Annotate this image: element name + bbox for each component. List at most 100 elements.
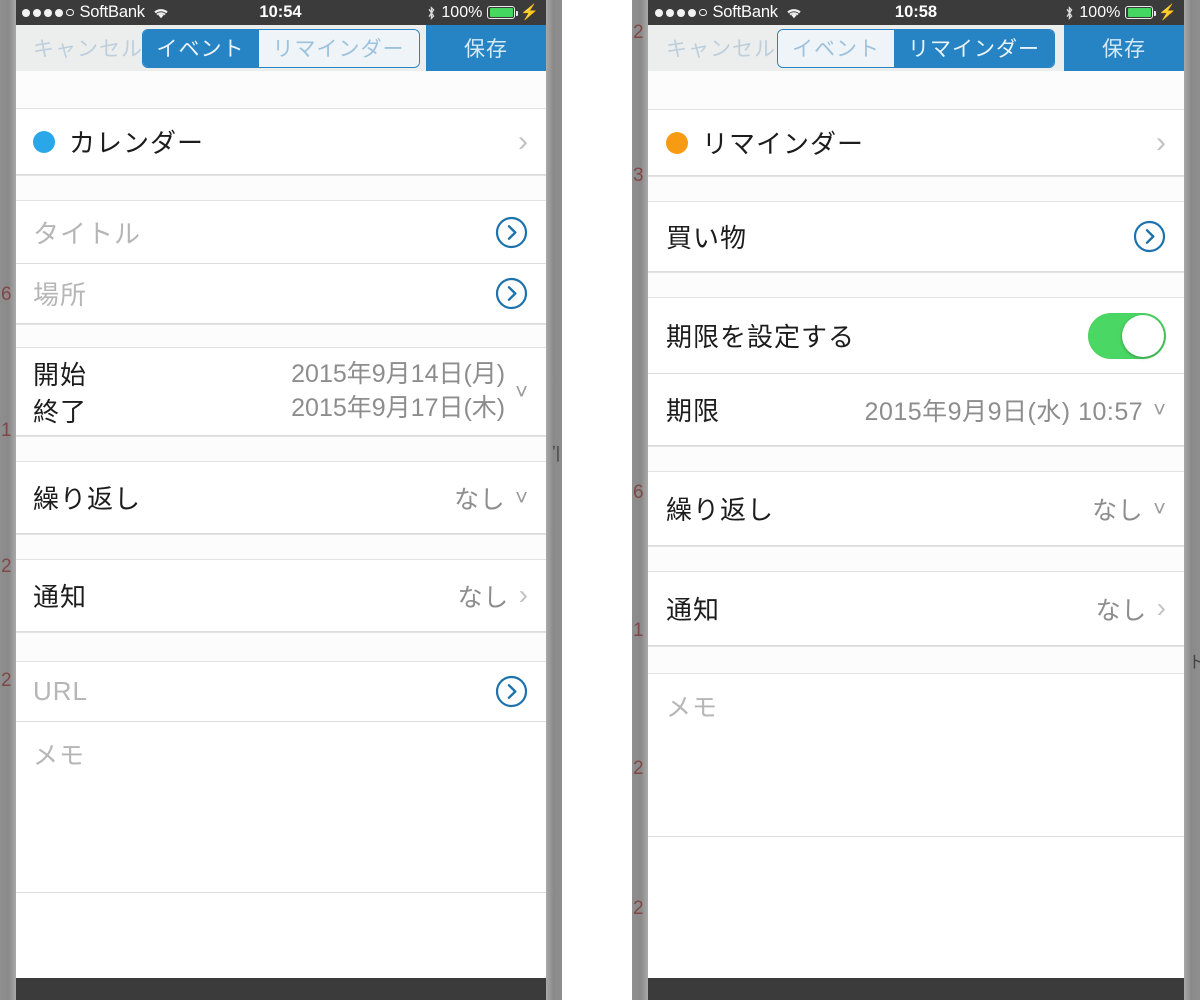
circle-chevron-right-icon[interactable] [495,675,528,708]
alert-row[interactable]: 通知 なし › [648,572,1184,646]
navigation-bar: キャンセル イベント リマインダー 保存 [15,25,546,71]
page-bottom-edge [0,978,562,1000]
page-number-mark: 2 [1,556,12,577]
end-label: 終了 [33,396,88,427]
url-field-row[interactable]: URL [15,662,546,722]
status-bar: SoftBank 10:54 100% ⚡ [15,0,546,25]
page-number-mark: 2 [633,22,644,43]
bluetooth-icon [1065,5,1074,20]
lightning-bolt-icon: ⚡ [520,4,539,21]
memo-input[interactable]: メモ [648,674,1184,836]
chevron-down-icon[interactable]: ˅ [515,486,528,508]
circle-chevron-right-icon[interactable] [495,216,528,249]
event-form: カレンダー › タイトル 場所 開始 終了 2015年9月14日(月) 2015… [15,71,546,1000]
reminder-screenshot-panel: 2 3 6 1 2 2 ト SoftBank 10:58 100% ⚡ キャンセ… [632,0,1200,1000]
battery-icon [1125,6,1157,19]
due-date-toggle[interactable] [1088,312,1166,359]
calendar-label: カレンダー [69,128,205,158]
repeat-row[interactable]: 繰り返し なし ˅ [15,462,546,534]
title-field-row[interactable]: 買い物 [648,202,1184,272]
location-field-row[interactable]: 場所 [15,264,546,324]
section-gap [15,436,546,462]
chevron-down-icon[interactable]: ˅ [1153,398,1166,420]
segment-event[interactable]: イベント [142,29,259,67]
empty-space [648,837,1184,1000]
date-values[interactable]: 2015年9月14日(月) 2015年9月17日(木) ˅ [291,356,528,427]
start-date-value: 2015年9月14日(月) [291,359,506,388]
chevron-down-icon[interactable]: ˅ [515,380,528,402]
memo-input[interactable]: メモ [15,722,546,892]
event-device-screen: SoftBank 10:54 100% ⚡ キャンセル イベント リマインダー … [15,0,546,1000]
toggle-knob [1122,314,1164,357]
chevron-down-icon[interactable]: ˅ [1153,497,1166,519]
repeat-label: 繰り返し [33,484,142,514]
section-gap [15,632,546,662]
end-date-value: 2015年9月17日(木) [291,393,506,422]
chevron-right-icon: › [1156,592,1166,624]
location-input-placeholder[interactable]: 場所 [33,275,87,312]
alert-row[interactable]: 通知 なし › [15,560,546,632]
page-number-mark: 2 [1,670,12,691]
title-input-placeholder[interactable]: タイトル [33,214,141,251]
alert-label: 通知 [33,582,88,612]
section-gap [648,71,1184,110]
lightning-bolt-icon: ⚡ [1158,4,1177,21]
page-number-mark: 6 [633,482,644,503]
repeat-row[interactable]: 繰り返し なし ˅ [648,472,1184,546]
save-button[interactable]: 保存 [426,25,546,71]
date-range-row[interactable]: 開始 終了 2015年9月14日(月) 2015年9月17日(木) ˅ [15,348,546,436]
title-field-row[interactable]: タイトル [15,201,546,264]
wifi-icon [153,6,169,19]
cancel-button[interactable]: キャンセル [648,33,776,63]
alert-value: なし [1095,596,1147,625]
date-labels: 開始 終了 [33,356,87,427]
cancel-button[interactable]: キャンセル [15,33,143,63]
signal-strength-icon [655,8,707,17]
circle-chevron-right-icon[interactable] [495,277,528,310]
calendar-selector-row[interactable]: カレンダー › [15,109,546,175]
type-segmented-control[interactable]: イベント リマインダー [141,28,420,68]
chevron-right-icon: › [518,579,528,611]
reminder-device-screen: SoftBank 10:58 100% ⚡ キャンセル イベント リマインダー … [648,0,1184,1000]
segment-reminder[interactable]: リマインダー [894,29,1054,67]
page-number-mark: 1 [633,620,644,641]
bluetooth-icon [427,5,436,20]
start-label: 開始 [33,359,88,390]
status-bar-left: SoftBank [22,3,169,22]
carrier-label: SoftBank [79,3,146,21]
section-gap [648,176,1184,202]
due-date-row[interactable]: 期限 2015年9月9日(水) 10:57 ˅ [648,374,1184,446]
status-bar: SoftBank 10:58 100% ⚡ [648,0,1184,25]
page-number-mark: 1 [1,420,12,441]
event-screenshot-panel: 6 1 2 2 ʼ| SoftBank 10:54 100% ⚡ キャンセル イ… [0,0,562,1000]
url-input-placeholder[interactable]: URL [33,676,88,707]
page-bleed-mark: ʼ| [552,443,561,462]
screenshot-stage: 6 1 2 2 ʼ| SoftBank 10:54 100% ⚡ キャンセル イ… [0,0,1200,1000]
due-date-toggle-label: 期限を設定する [666,322,856,352]
section-gap [648,446,1184,472]
calendar-color-dot [33,130,55,153]
section-gap [648,646,1184,674]
segment-reminder[interactable]: リマインダー [258,29,419,67]
due-date-toggle-row[interactable]: 期限を設定する [648,298,1184,374]
section-gap [15,534,546,560]
carrier-label: SoftBank [712,3,779,21]
page-bleed-mark: ト [1188,653,1200,672]
section-gap [15,175,546,201]
type-segmented-control[interactable]: イベント リマインダー [777,28,1055,68]
section-gap [648,546,1184,572]
battery-percent-label: 100% [1079,3,1121,21]
segment-event[interactable]: イベント [778,29,894,67]
title-input-value[interactable]: 買い物 [666,218,747,255]
section-gap [15,324,546,348]
page-number-mark: 2 [633,758,644,779]
repeat-value: なし [1092,496,1144,525]
repeat-label: 繰り返し [666,495,775,525]
page-number-mark: 2 [633,898,644,919]
save-button[interactable]: 保存 [1064,25,1184,71]
circle-chevron-right-icon[interactable] [1133,220,1166,253]
repeat-value: なし [454,485,506,514]
wifi-icon [786,6,802,19]
list-selector-row[interactable]: リマインダー › [648,110,1184,176]
battery-icon [487,6,519,19]
